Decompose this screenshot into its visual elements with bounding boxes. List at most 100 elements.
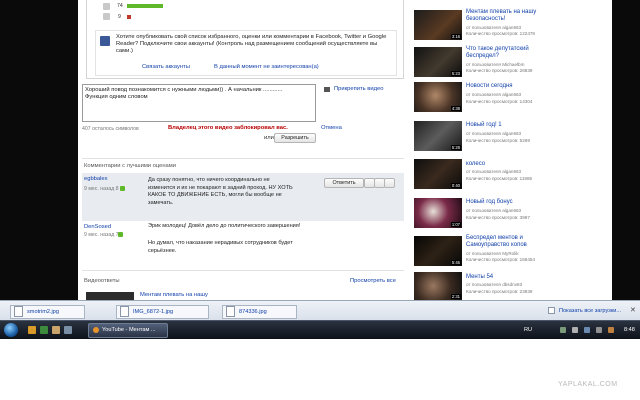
related-video-item[interactable]: 5:28 Новый год! 1 от пользователя algan6… xyxy=(414,119,594,153)
taskbar-window-button[interactable]: YouTube - Ментам ... xyxy=(88,323,168,338)
allow-button[interactable]: Разрешить xyxy=(274,133,316,143)
social-promo-text: Хотите опубликовать свой список избранно… xyxy=(116,34,387,54)
comment-body: Эрик молодец! Довёл дело до политическог… xyxy=(148,223,301,229)
download-filename: 874336.jpg xyxy=(239,309,267,315)
language-indicator[interactable]: RU xyxy=(524,326,532,334)
comment-item: DenSosed 9 мес. назад 7 Эрик молодец! До… xyxy=(82,221,404,261)
related-videos: 3:16 Ментам плевать на нашу безопасность… xyxy=(412,0,612,300)
video-title[interactable]: Ментам плевать на нашу безопасность! xyxy=(466,9,556,23)
comment-textarea[interactable]: Хороший повод познакомится с нужными люд… xyxy=(82,84,316,122)
video-title[interactable]: Новый год! 1 xyxy=(466,122,556,129)
show-all-downloads-link[interactable]: Показать все загрузки... xyxy=(548,305,628,317)
download-filename: smotrim2.jpg xyxy=(27,309,60,315)
video-camera-icon xyxy=(324,87,330,92)
video-thumbnail[interactable]: 0:40 xyxy=(414,159,462,189)
close-icon[interactable]: ✕ xyxy=(630,306,636,315)
tray-icon[interactable] xyxy=(560,327,566,333)
related-video-item[interactable]: 1:07 Новый год бонус от пользователя alg… xyxy=(414,196,594,230)
related-video-item[interactable]: 5:23 Что такое депутатский беспредел? от… xyxy=(414,45,594,79)
video-thumbnail[interactable]: 4:38 xyxy=(414,82,462,112)
downloads-icon xyxy=(548,307,555,315)
related-video-item[interactable]: 3:16 Ментам плевать на нашу безопасность… xyxy=(414,8,594,42)
video-views: Количество просмотров: 26839 xyxy=(466,68,533,73)
video-answers-header: Видеоответы xyxy=(84,278,120,284)
video-duration: 5:28 xyxy=(450,145,461,150)
cancel-link[interactable]: Отмена xyxy=(321,125,342,132)
video-thumbnail[interactable]: 5:28 xyxy=(414,121,462,151)
video-duration: 3:16 xyxy=(450,34,461,39)
share-box: Хотите опубликовать свой список избранно… xyxy=(95,30,397,76)
video-thumbnail[interactable]: 2:31 xyxy=(414,272,462,300)
download-item[interactable]: 874336.jpg xyxy=(222,305,297,319)
file-icon xyxy=(226,306,235,318)
video-duration: 2:31 xyxy=(450,294,461,299)
show-all-link[interactable]: Просмотреть все xyxy=(350,278,396,285)
quick-launch-icon[interactable] xyxy=(52,326,60,334)
video-title[interactable]: Новости сегодня xyxy=(466,83,556,90)
video-views: Количество просмотров: 11986 xyxy=(466,176,533,181)
quick-launch-icon[interactable] xyxy=(40,326,48,334)
comment-meta: 9 мес. назад 8 xyxy=(84,186,119,192)
comment-meta: 9 мес. назад 7 xyxy=(84,232,119,238)
flag-button[interactable] xyxy=(384,178,395,188)
download-item[interactable]: smotrim2.jpg xyxy=(10,305,85,319)
main-column: 74 9 Хотите опубликовать свой список изб… xyxy=(78,0,408,300)
tray-icon[interactable] xyxy=(584,327,590,333)
thumb-up-icon xyxy=(118,232,123,237)
video-thumbnail[interactable]: 5:23 xyxy=(414,47,462,77)
not-interested-link[interactable]: В данный момент не заинтересован(а) xyxy=(214,64,319,71)
top-comments-header: Комментарии с лучшими оценами xyxy=(84,163,177,169)
social-networks-icon xyxy=(100,36,110,46)
comment-author[interactable]: DenSosed xyxy=(84,224,111,231)
quick-launch-icon[interactable] xyxy=(64,326,72,334)
dislikes-count: 9 xyxy=(118,14,121,20)
like-icon xyxy=(103,3,110,10)
video-title[interactable]: Менты 54 xyxy=(466,274,556,281)
video-duration: 5:23 xyxy=(450,71,461,76)
video-duration: 5:45 xyxy=(450,260,461,265)
youtube-page: 74 9 Хотите опубликовать свой список изб… xyxy=(78,0,612,300)
watermark: YAPLAKAL.COM xyxy=(558,381,618,388)
clock[interactable]: 8:48 xyxy=(624,326,635,334)
file-icon xyxy=(120,306,129,318)
download-filename: IMG_6872-1.jpg xyxy=(133,309,174,315)
tray-icon[interactable] xyxy=(608,327,614,333)
video-title[interactable]: Беспредел ментов и Самоуправство копов xyxy=(466,235,556,249)
start-button[interactable] xyxy=(4,323,18,337)
link-accounts-button[interactable]: Связать аккаунты xyxy=(142,64,190,71)
reply-button[interactable]: Ответить xyxy=(324,178,364,188)
video-thumbnail[interactable]: 5:45 xyxy=(414,236,462,266)
download-item[interactable]: IMG_6872-1.jpg xyxy=(116,305,209,319)
related-video-item[interactable]: 4:38 Новости сегодня от пользователя alg… xyxy=(414,82,594,116)
video-views: Количество просмотров: 5269 xyxy=(466,138,530,143)
video-answer-thumbnail[interactable] xyxy=(86,292,134,300)
video-views: Количество просмотров: 3997 xyxy=(466,215,530,220)
related-video-item[interactable]: 5:45 Беспредел ментов и Самоуправство ко… xyxy=(414,234,594,268)
tray-icon[interactable] xyxy=(572,327,578,333)
attach-video-link[interactable]: Прикрепить видео xyxy=(334,86,383,93)
related-video-item[interactable]: 2:31 Менты 54 от пользователя dbsdnv83 К… xyxy=(414,272,594,300)
tray-icon[interactable] xyxy=(596,327,602,333)
video-views: Количество просмотров: 122478 xyxy=(466,31,535,36)
chars-left: 407 осталось символов xyxy=(82,126,139,132)
comment-body: Да сразу понятно, что ничего координальн… xyxy=(148,177,293,206)
video-views: Количество просмотров: 14304 xyxy=(466,99,533,104)
video-views: Количество просмотров: 158454 xyxy=(466,257,535,262)
video-answer-title[interactable]: Ментам плевать на нашу xyxy=(140,292,208,299)
video-title[interactable]: Новый год бонус xyxy=(466,199,556,206)
video-thumbnail[interactable]: 1:07 xyxy=(414,198,462,228)
related-video-item[interactable]: 0:40 колесо от пользователя algan663 Кол… xyxy=(414,157,594,191)
video-thumbnail[interactable]: 3:16 xyxy=(414,10,462,40)
comment-text: Хороший повод познакомится с нужными люд… xyxy=(85,87,283,100)
likes-count: 74 xyxy=(117,3,123,9)
comment-item: egbbalex 9 мес. назад 8 Да сразу понятно… xyxy=(82,173,404,221)
video-title[interactable]: колесо xyxy=(466,161,556,168)
file-icon xyxy=(14,306,23,318)
video-duration: 4:38 xyxy=(450,106,461,111)
video-title[interactable]: Что такое депутатский беспредел? xyxy=(466,46,556,60)
quick-launch-icon[interactable] xyxy=(28,326,36,334)
comment-author[interactable]: egbbalex xyxy=(84,176,108,183)
likes-bar xyxy=(127,4,163,8)
taskbar: YouTube - Ментам ... RU 8:48 xyxy=(0,320,640,339)
or-label: или xyxy=(264,135,274,141)
